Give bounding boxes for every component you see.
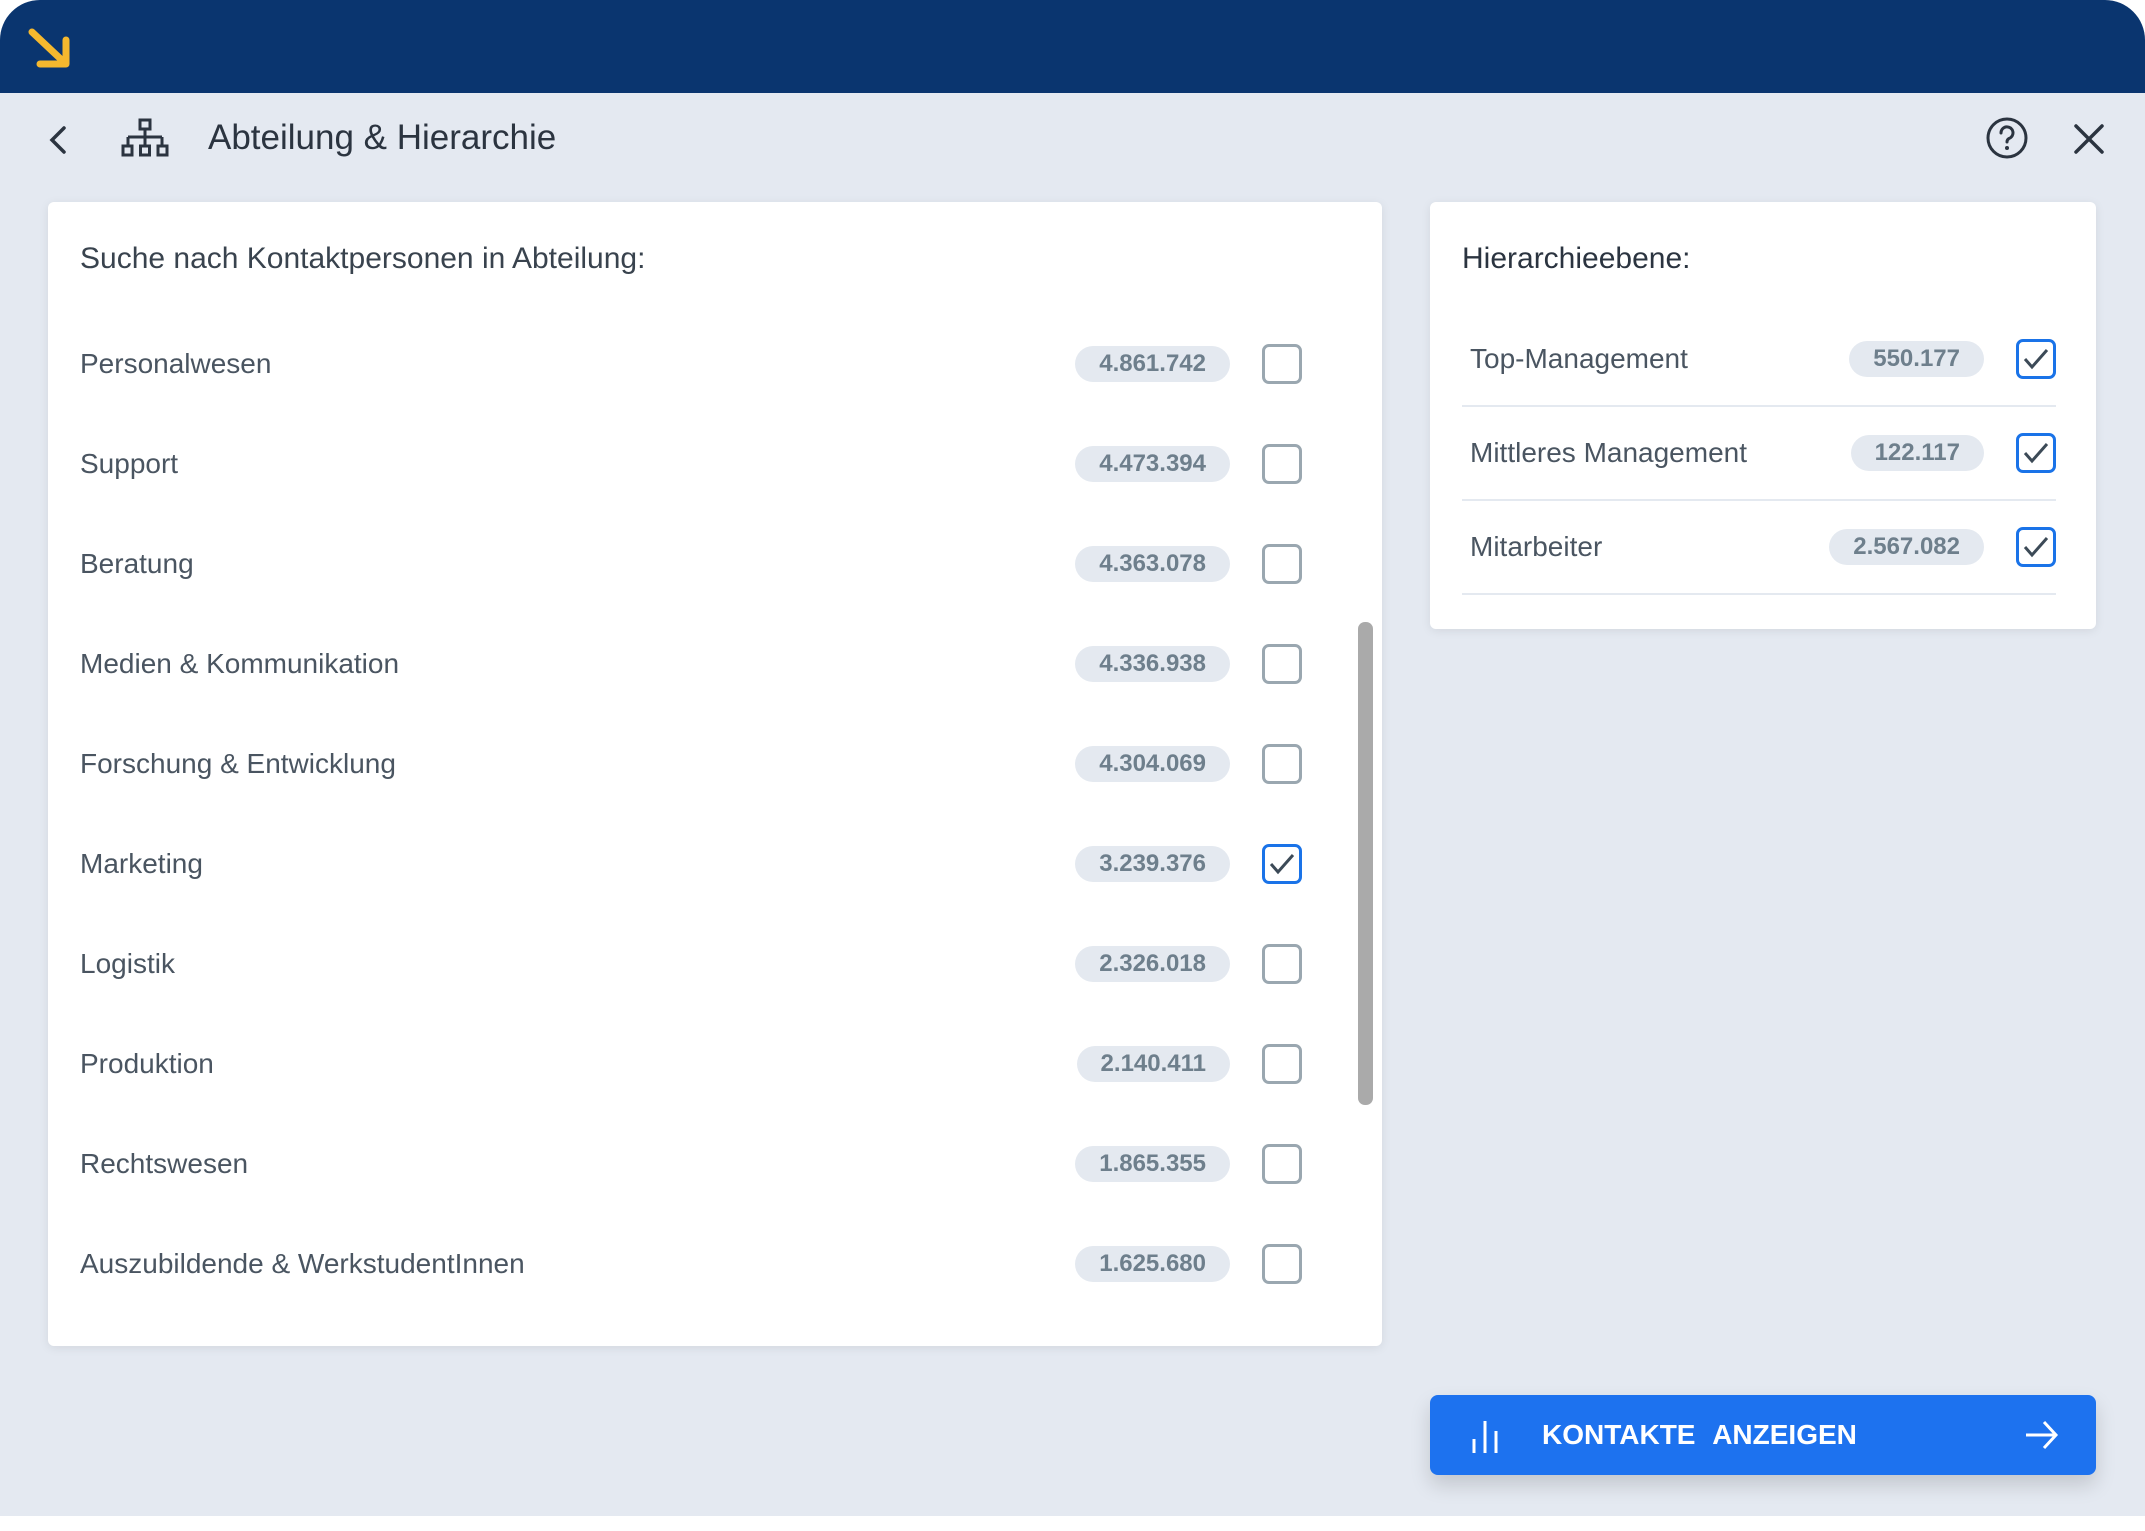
checkmark-icon — [2023, 443, 2049, 464]
count-badge: 4.363.078 — [1075, 546, 1230, 582]
hierarchy-label: Top-Management — [1470, 343, 1688, 374]
count-badge: 2.567.082 — [1829, 529, 1984, 565]
department-checkbox[interactable] — [1262, 644, 1302, 684]
count-badge: 122.117 — [1850, 435, 1984, 471]
department-row[interactable]: Support 4.473.394 — [80, 414, 1302, 514]
department-label: Personalwesen — [80, 348, 272, 379]
department-checkbox[interactable] — [1262, 744, 1302, 784]
department-label: Forschung & Entwicklung — [80, 748, 396, 779]
count-badge: 2.326.018 — [1075, 946, 1230, 982]
count-badge: 3.239.376 — [1075, 846, 1230, 882]
hierarchy-checkbox[interactable] — [2016, 433, 2056, 473]
department-label: Beratung — [80, 548, 194, 579]
hierarchy-label: Mitarbeiter — [1470, 531, 1603, 562]
department-row[interactable]: Forschung & Entwicklung 4.304.069 — [80, 714, 1302, 814]
hierarchy-checkbox[interactable] — [2016, 527, 2056, 567]
hierarchy-label: Mittleres Management — [1470, 437, 1748, 468]
department-row[interactable]: Rechtswesen 1.865.355 — [80, 1114, 1302, 1214]
count-badge: 4.473.394 — [1075, 446, 1230, 482]
close-icon[interactable] — [2072, 122, 2106, 156]
hierarchy-row[interactable]: Mitarbeiter 2.567.082 — [1462, 501, 2056, 595]
department-row[interactable]: Medien & Kommunikation 4.336.938 — [80, 614, 1302, 714]
show-contacts-label: KONTAKTE ANZEIGEN — [1542, 1419, 1857, 1450]
hierarchy-panel: Hierarchieebene: Top-Management 550.177 … — [1430, 202, 2096, 629]
department-row[interactable]: Auszubildende & WerkstudentInnen 1.625.6… — [80, 1214, 1302, 1314]
checkmark-icon — [2023, 537, 2049, 558]
app-window: Abteilung & Hierarchie Suche nach Kontak… — [0, 0, 2145, 1516]
count-badge: 1.625.680 — [1075, 1246, 1230, 1282]
department-checkbox[interactable] — [1262, 944, 1302, 984]
department-checkbox[interactable] — [1262, 1244, 1302, 1284]
count-badge: 4.304.069 — [1075, 746, 1230, 782]
department-checkbox[interactable] — [1262, 844, 1302, 884]
bar-chart-icon — [1472, 1421, 1498, 1453]
department-label: Support — [80, 448, 179, 479]
department-row[interactable]: Beratung 4.363.078 — [80, 514, 1302, 614]
department-label: Logistik — [80, 948, 175, 979]
hierarchy-checkbox[interactable] — [2016, 339, 2056, 379]
arrow-right-icon — [2026, 1420, 2059, 1450]
help-icon[interactable] — [1985, 116, 2029, 160]
department-row[interactable]: Personalwesen 4.861.742 — [80, 314, 1302, 414]
hierarchy-row[interactable]: Top-Management 550.177 — [1462, 313, 2056, 407]
department-label: Rechtswesen — [80, 1148, 249, 1179]
back-chevron-icon[interactable] — [44, 120, 72, 160]
page-title: Abteilung & Hierarchie — [208, 118, 557, 157]
hierarchy-heading: Hierarchieebene: — [1462, 242, 1691, 275]
department-label: Marketing — [80, 848, 203, 879]
scrollbar[interactable] — [1358, 622, 1373, 1105]
department-label: Produktion — [80, 1048, 214, 1079]
department-heading: Suche nach Kontaktpersonen in Abteilung: — [80, 242, 646, 275]
department-label: Auszubildende & WerkstudentInnen — [80, 1248, 525, 1279]
count-badge: 2.140.411 — [1076, 1046, 1230, 1082]
department-row[interactable]: Produktion 2.140.411 — [80, 1014, 1302, 1114]
count-badge: 4.861.742 — [1075, 346, 1230, 382]
department-panel: Suche nach Kontaktpersonen in Abteilung:… — [48, 202, 1382, 1346]
count-badge: 550.177 — [1849, 341, 1984, 377]
top-bar — [0, 0, 2145, 93]
checkmark-icon — [2023, 349, 2049, 370]
count-badge: 4.336.938 — [1075, 646, 1230, 682]
org-chart-icon — [121, 118, 169, 157]
checkmark-icon — [1269, 854, 1295, 875]
department-checkbox[interactable] — [1262, 1044, 1302, 1084]
show-contacts-button[interactable]: KONTAKTE ANZEIGEN — [1430, 1395, 2096, 1475]
count-badge: 1.865.355 — [1075, 1146, 1230, 1182]
department-checkbox[interactable] — [1262, 1144, 1302, 1184]
hierarchy-row[interactable]: Mittleres Management 122.117 — [1462, 407, 2056, 501]
department-label: Medien & Kommunikation — [80, 648, 400, 679]
department-checkbox[interactable] — [1262, 444, 1302, 484]
department-row[interactable]: Logistik 2.326.018 — [80, 914, 1302, 1014]
department-row[interactable]: Marketing 3.239.376 — [80, 814, 1302, 914]
department-checkbox[interactable] — [1262, 344, 1302, 384]
department-checkbox[interactable] — [1262, 544, 1302, 584]
logo-arrow-icon — [28, 28, 70, 68]
